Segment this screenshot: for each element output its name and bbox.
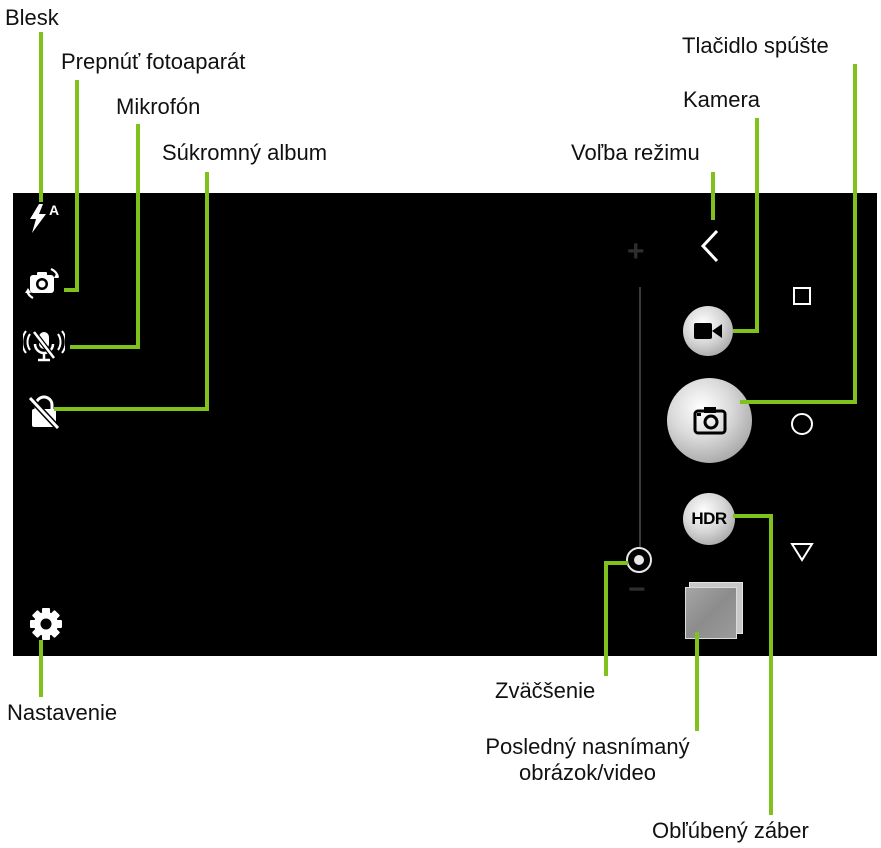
callout-lines [39,32,857,815]
callout-line-favorite-shot [733,514,773,815]
callout-line-switch-camera [64,80,79,292]
callout-line-camera [733,118,759,333]
callout-line-zoom [604,561,628,676]
callout-line-microphone [70,124,140,349]
